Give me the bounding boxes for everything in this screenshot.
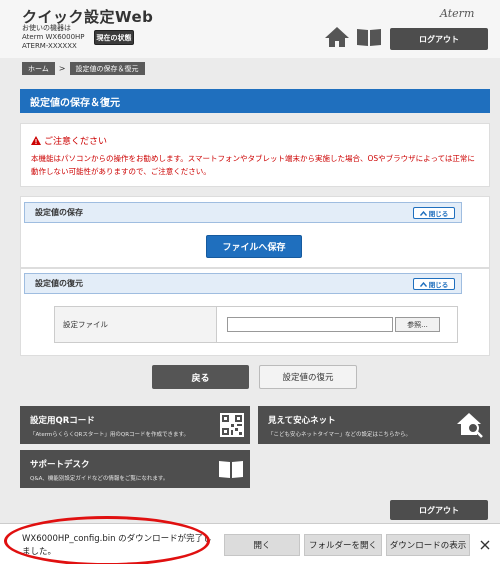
qr-code-tile[interactable]: 設定用QRコード 「AtermらくらくQRスタート」用のQRコードを作成できます… — [20, 406, 250, 444]
save-to-file-button[interactable]: ファイルへ保存 — [206, 235, 302, 258]
support-desk-tile-title: サポートデスク — [30, 460, 90, 470]
support-desk-tile-desc: Q&A、機能別設定ガイドなどの情報をご覧になれます。 — [30, 476, 169, 482]
open-button[interactable]: 開く — [224, 534, 300, 556]
notice-title: ご注意ください — [44, 137, 108, 147]
back-button[interactable]: 戻る — [152, 365, 249, 389]
device-model: Aterm WX6000HP — [22, 33, 85, 41]
open-folder-button[interactable]: フォルダーを開く — [304, 534, 382, 556]
device-id: ATERM-XXXXXX — [22, 42, 77, 50]
close-icon[interactable] — [478, 538, 492, 552]
header: クイック設定Web お使いの機器は Aterm WX6000HP ATERM-X… — [0, 0, 500, 58]
restore-panel-close-label: 閉じる — [428, 281, 449, 289]
logout-button[interactable]: ログアウト — [390, 28, 488, 50]
qr-code-tile-title: 設定用QRコード — [30, 416, 95, 426]
book-icon — [219, 461, 243, 478]
safe-net-tile-title: 見えて安心ネット — [268, 416, 336, 426]
view-downloads-button[interactable]: ダウンロードの表示 — [386, 534, 470, 556]
page-title: 設定値の保存＆復元 — [20, 89, 490, 113]
device-info-line: お使いの機器は — [22, 24, 71, 32]
notice-title-row: ご注意ください — [31, 134, 479, 147]
download-complete-message: WX6000HP_config.bin のダウンロードが完了しました。 — [22, 534, 212, 557]
notice-text: 本機能はパソコンからの操作をお勧めします。スマートフォンやタブレット端末から実施… — [31, 154, 475, 176]
config-file-cell: 参照... — [217, 307, 457, 342]
restore-panel-title: 設定値の復元 — [35, 279, 83, 288]
restore-panel-close-button[interactable]: 閉じる — [413, 278, 455, 290]
chevron-up-icon — [419, 281, 427, 287]
config-file-label: 設定ファイル — [55, 307, 217, 342]
manual-book-icon[interactable] — [356, 27, 382, 47]
restore-panel-header: 設定値の復元 閉じる — [24, 273, 462, 294]
qr-code-tile-desc: 「AtermらくらくQRスタート」用のQRコードを作成できます。 — [30, 432, 189, 438]
home-icon[interactable] — [324, 26, 350, 48]
browse-button[interactable]: 参照... — [395, 317, 440, 332]
support-desk-tile[interactable]: サポートデスク Q&A、機能別設定ガイドなどの情報をご覧になれます。 — [20, 450, 250, 488]
current-status-button[interactable]: 現在の状態 — [94, 30, 134, 45]
brand-logo: Aterm — [440, 7, 475, 20]
restore-form-table: 設定ファイル 参照... — [54, 306, 458, 343]
warning-icon — [31, 136, 41, 145]
home-search-icon — [457, 413, 483, 438]
breadcrumb-home[interactable]: ホーム — [22, 62, 55, 75]
footer-logout-button[interactable]: ログアウト — [390, 500, 488, 520]
chevron-up-icon — [419, 210, 427, 216]
save-panel-header: 設定値の保存 閉じる — [24, 202, 462, 223]
notice-box: ご注意ください 本機能はパソコンからの操作をお勧めします。スマートフォンやタブレ… — [20, 123, 490, 187]
restore-settings-button[interactable]: 設定値の復元 — [259, 365, 357, 389]
breadcrumb-separator: > — [58, 64, 66, 73]
breadcrumb: ホーム > 設定値の保存＆復元 — [22, 62, 145, 75]
save-panel-title: 設定値の保存 — [35, 208, 83, 217]
device-info: お使いの機器は Aterm WX6000HP ATERM-XXXXXX — [22, 24, 85, 51]
safe-net-tile-desc: 「こども安心ネットタイマー」などの設定はこちらから。 — [268, 432, 412, 438]
download-notification-bar: WX6000HP_config.bin のダウンロードが完了しました。 開く フ… — [0, 523, 500, 564]
save-panel-close-label: 閉じる — [428, 210, 449, 218]
breadcrumb-current: 設定値の保存＆復元 — [69, 62, 145, 75]
save-panel-close-button[interactable]: 閉じる — [413, 207, 455, 219]
qr-code-icon — [220, 413, 244, 437]
safe-net-tile[interactable]: 見えて安心ネット 「こども安心ネットタイマー」などの設定はこちらから。 — [258, 406, 490, 444]
config-file-input[interactable] — [227, 317, 393, 332]
